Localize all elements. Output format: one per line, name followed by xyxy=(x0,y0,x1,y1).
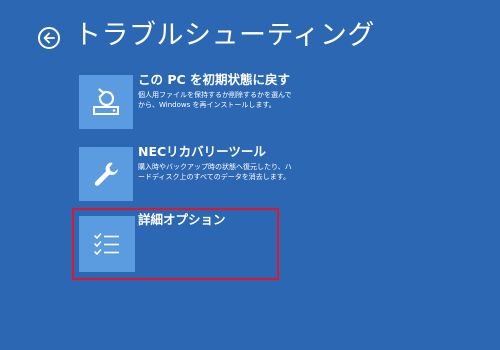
reset-icon xyxy=(93,88,119,115)
nec-recovery-tile xyxy=(79,147,133,201)
back-arrow-icon xyxy=(43,32,55,44)
page-title: トラブルシューティング xyxy=(74,20,375,51)
advanced-options-tile xyxy=(79,216,135,272)
reset-pc-title: この PC を初期状態に戻す xyxy=(138,72,291,87)
advanced-options-title: 詳細オプション xyxy=(138,212,226,227)
reset-pc-description: 個人用ファイルを保持するか削除するかを選んでから、Windows を再インストー… xyxy=(138,91,292,109)
back-button[interactable] xyxy=(38,27,60,49)
reset-pc-tile xyxy=(79,75,133,129)
wrench-icon xyxy=(94,162,119,186)
nec-recovery-description: 購入時やバックアップ時の状態へ復元したり、ハードディスク上のすべてのデータを消去… xyxy=(138,163,292,181)
troubleshoot-screen: トラブルシューティング この PC を初期状態に戻す 個人用ファイルを保持するか… xyxy=(0,0,500,350)
checklist-icon xyxy=(94,233,119,255)
nec-recovery-title: NECリカバリーツール xyxy=(138,144,266,159)
